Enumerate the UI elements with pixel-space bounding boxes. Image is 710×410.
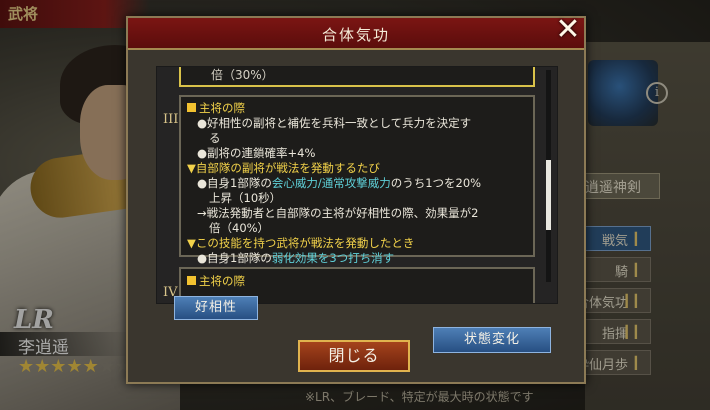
square-bullet-icon — [187, 103, 196, 112]
highlight-text: 弱化効果を3つ打ち消す — [271, 251, 395, 265]
level-3-label: III — [163, 112, 179, 127]
highlight-text: 会心威力 — [271, 176, 318, 190]
effect-text: のうち1つを20% — [390, 176, 482, 190]
condition-header-text: 主将の際 — [199, 274, 245, 288]
dialog-header: 合体気功 — [128, 18, 584, 50]
effect-line: る — [209, 131, 221, 145]
condition-header: 主将の際 — [187, 101, 245, 116]
square-bullet-icon — [187, 276, 196, 285]
skill-description-scroll[interactable]: 倍（30%） III 主将の際 ●好相性の副将と補佐を兵科一致として兵力を決定す… — [156, 66, 558, 304]
close-x-icon[interactable]: ✕ — [550, 14, 586, 48]
level-3-card: 主将の際 ●好相性の副将と補佐を兵科一致として兵力を決定す る ●副将の連鎖確率… — [179, 95, 535, 265]
scrollbar-thumb[interactable] — [546, 160, 551, 230]
condition-header-text: 主将の際 — [199, 101, 245, 115]
status-change-button[interactable]: 状態変化 — [433, 327, 551, 353]
effect-line: 倍（40%） — [209, 221, 270, 235]
effect-text: ●自身1部隊の — [197, 176, 272, 190]
effect-line: ●副将の連鎖確率+4% — [197, 146, 316, 160]
dialog-title: 合体気功 — [321, 26, 390, 44]
effect-text: ●自身1部隊の — [197, 251, 272, 265]
effect-line: ●好相性の副将と補佐を兵科一致として兵力を決定す — [197, 116, 472, 130]
effect-line: 上昇（10秒） — [209, 191, 282, 205]
trigger-header: ▼この技能を持つ武将が戦法を発動したとき — [187, 236, 415, 250]
trigger-header: ▼自部隊の副将が戦法を発動するたび — [187, 161, 380, 175]
close-button[interactable]: 閉じる — [298, 340, 410, 372]
condition-header: 主将の際 — [187, 274, 245, 289]
previous-level-card: 倍（30%） — [179, 67, 535, 87]
effect-line: ●自身1部隊の会心威力/通常攻撃威力のうち1つを20% — [197, 176, 481, 191]
highlight-text: 通常攻撃威力 — [321, 176, 391, 190]
effect-line: ●自身1部隊の弱化効果を3つ打ち消す — [197, 251, 394, 266]
affinity-button[interactable]: 好相性 — [174, 296, 258, 320]
previous-level-text: 倍（30%） — [211, 68, 274, 82]
effect-line: →戦法発動者と自部隊の主将が好相性の際、効果量が2 — [197, 206, 479, 220]
